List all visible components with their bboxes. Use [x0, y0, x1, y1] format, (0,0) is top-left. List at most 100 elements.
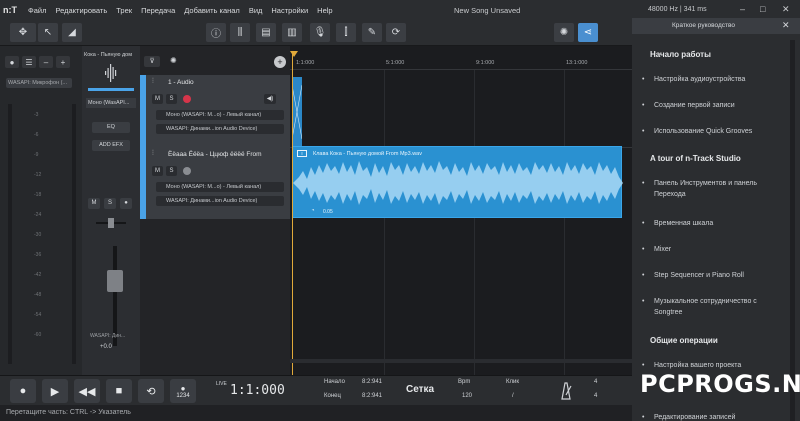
- track-mute-button[interactable]: M: [152, 166, 163, 176]
- mixer-button[interactable]: ⫼: [230, 23, 250, 42]
- eq-button[interactable]: EQ: [92, 122, 130, 133]
- start-value[interactable]: 8:2:941: [362, 379, 382, 385]
- stop-button[interactable]: ■: [106, 379, 132, 403]
- piano-roll-button[interactable]: ▥: [282, 23, 302, 42]
- empty-clip[interactable]: [291, 77, 303, 147]
- click-value[interactable]: /: [512, 393, 514, 399]
- guide-link[interactable]: • Настройка аудиоустройства: [642, 74, 778, 85]
- live-label: LIVE: [216, 381, 227, 387]
- share-button[interactable]: ⋖: [578, 23, 598, 42]
- quick-guide-close-button[interactable]: ✕: [782, 20, 790, 31]
- record-arm-icon[interactable]: [183, 95, 191, 103]
- count-in-button[interactable]: ● 1234: [170, 379, 196, 403]
- volume-fader-knob[interactable]: [107, 270, 123, 292]
- guide-link[interactable]: • Mixer: [642, 244, 778, 255]
- track-2[interactable]: ⫶ Ёёааа Ёёёа - Ццюф ёёёё From M S Моно (…: [140, 147, 290, 219]
- guide-link[interactable]: • Временная шкала: [642, 218, 778, 229]
- channel-arm-button[interactable]: ●: [120, 198, 132, 209]
- menu-help[interactable]: Help: [317, 6, 332, 15]
- time-signature-bottom[interactable]: 4: [594, 393, 597, 399]
- add-efx-button[interactable]: ADD EFX: [92, 140, 130, 151]
- track-1[interactable]: ⫶ 1 - Audio M S ◀) Моно (WASAPI: M...o) …: [140, 75, 290, 147]
- move-tool-button[interactable]: ✥: [10, 23, 36, 42]
- channel-mute-button[interactable]: M: [88, 198, 100, 209]
- timeline[interactable]: 1:1:000 5:1:000 9:1:000 13:1:000 ≡ Клава…: [290, 46, 632, 375]
- guide-link[interactable]: • Step Sequencer и Piano Roll: [642, 270, 778, 281]
- settings-button[interactable]: ✺: [554, 23, 574, 42]
- end-label: Конец: [324, 393, 341, 399]
- collapse-icon[interactable]: –: [39, 56, 53, 68]
- bullet-icon: •: [642, 298, 645, 305]
- meter-bar-left: [8, 104, 12, 364]
- record-arm-icon[interactable]: ●: [5, 56, 19, 68]
- guide-link[interactable]: • Использование Quick Grooves: [642, 126, 778, 137]
- guide-section-heading: Начало работы: [650, 50, 711, 59]
- minimize-button[interactable]: –: [740, 4, 745, 14]
- grid-button[interactable]: Сетка: [406, 384, 434, 395]
- menu-file[interactable]: Файл: [28, 6, 46, 15]
- menu-transport[interactable]: Передача: [141, 6, 175, 15]
- guide-link[interactable]: • Редактирование записей: [642, 412, 778, 421]
- track-solo-button[interactable]: S: [166, 166, 177, 176]
- playhead[interactable]: [292, 52, 293, 375]
- guide-link[interactable]: • Музыкальное сотрудничество с Songtree: [642, 296, 778, 318]
- bpm-value[interactable]: 120: [462, 393, 472, 399]
- info-button[interactable]: ⓘ: [206, 23, 226, 42]
- metronome-button[interactable]: 🎙: [310, 23, 330, 42]
- time-ruler[interactable]: 1:1:000 5:1:000 9:1:000 13:1:000: [290, 58, 632, 70]
- menu-settings[interactable]: Настройки: [271, 6, 308, 15]
- pointer-tool-button[interactable]: ↖: [38, 23, 58, 42]
- track-name[interactable]: Ёёааа Ёёёа - Ццюф ёёёё From: [168, 151, 262, 158]
- record-button[interactable]: ●: [10, 379, 36, 403]
- loop-button[interactable]: ⟳: [386, 23, 406, 42]
- track-icon: ▤: [261, 27, 271, 38]
- tuner-button[interactable]: ⫿: [336, 23, 356, 42]
- track-output-select[interactable]: WASAPI: Динами...ion Audio Device): [156, 196, 284, 206]
- playhead-marker[interactable]: [290, 51, 298, 57]
- stop-icon: ■: [115, 385, 123, 397]
- track-input-select[interactable]: Моно (WASAPI: M...o) - Левый канал): [156, 182, 284, 192]
- loop-transport-button[interactable]: ⟲: [138, 379, 164, 403]
- guide-scrollbar[interactable]: [790, 40, 795, 421]
- time-signature-top[interactable]: 4: [594, 379, 597, 385]
- speaker-icon[interactable]: ◀): [264, 94, 276, 104]
- play-button[interactable]: ▶: [42, 379, 68, 403]
- edit-button[interactable]: ✎: [362, 23, 382, 42]
- rewind-button[interactable]: ◀◀: [74, 379, 100, 403]
- track-input-select[interactable]: Моно (WASAPI: M...o) - Левый канал): [156, 110, 284, 120]
- add-icon[interactable]: +: [56, 56, 70, 68]
- horizontal-scrollbar[interactable]: [290, 359, 632, 363]
- channel-solo-button[interactable]: S: [104, 198, 116, 209]
- menu-track[interactable]: Трек: [116, 6, 132, 15]
- volume-tool-button[interactable]: ◢: [62, 23, 82, 42]
- add-track-button[interactable]: +: [274, 56, 286, 68]
- track-solo-button[interactable]: S: [166, 94, 177, 104]
- guide-link[interactable]: • Создание первой записи: [642, 100, 778, 111]
- filter-icon[interactable]: ⊽: [144, 56, 160, 67]
- audio-clip[interactable]: ≡ Клава Кока - Пьяную домой From Mp3.wav…: [292, 146, 623, 218]
- channel-input-select[interactable]: Моно (WasAPI...: [86, 98, 136, 108]
- menu-add-channel[interactable]: Добавить канал: [184, 6, 240, 15]
- guide-link[interactable]: • Панель Инструментов и панель Перехода: [642, 178, 778, 200]
- track-name[interactable]: 1 - Audio: [168, 79, 194, 86]
- track-view-button[interactable]: ▤: [256, 23, 276, 42]
- input-device-field[interactable]: WASAPI: Микрофон (...: [6, 78, 72, 88]
- end-value[interactable]: 8:2:941: [362, 393, 382, 399]
- meter-tick: -18: [34, 192, 42, 198]
- gear-icon[interactable]: ✺: [170, 56, 177, 65]
- menu-icon[interactable]: ☰: [22, 56, 36, 68]
- track-mute-button[interactable]: M: [152, 94, 163, 104]
- metronome-icon[interactable]: [556, 381, 576, 401]
- menu-view[interactable]: Вид: [249, 6, 263, 15]
- grid-line: [474, 70, 475, 375]
- track-output-select[interactable]: WASAPI: Динами...ion Audio Device): [156, 124, 284, 134]
- clip-menu-icon[interactable]: ≡: [297, 150, 307, 157]
- maximize-button[interactable]: □: [760, 4, 765, 14]
- guide-section-heading: A tour of n-Track Studio: [650, 154, 741, 163]
- menu-edit[interactable]: Редактировать: [55, 6, 107, 15]
- close-button[interactable]: ✕: [782, 4, 790, 15]
- time-display[interactable]: 1:1:000: [230, 383, 285, 398]
- record-arm-icon[interactable]: [183, 167, 191, 175]
- pan-knob[interactable]: [108, 218, 114, 228]
- volume-fader-track[interactable]: [113, 246, 117, 346]
